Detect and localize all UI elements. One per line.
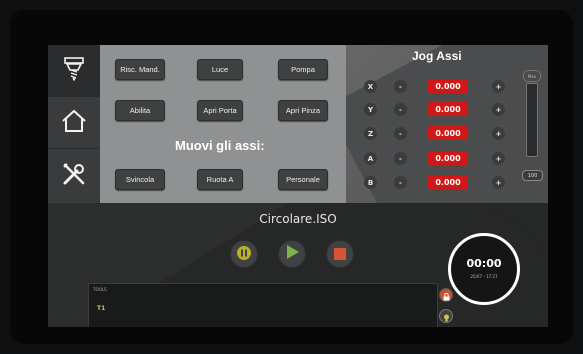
move-axes-title: Muovi gli assi: (175, 138, 265, 153)
timer-value: 00:00 (466, 257, 502, 270)
program-filename: Circolare.ISO (259, 212, 337, 226)
personale-button[interactable]: Personale (278, 169, 328, 190)
stop-button[interactable] (326, 240, 354, 268)
jog-plus-button[interactable]: + (492, 127, 505, 140)
jog-panel: Jog Assi X - 0.000 + Y - 0.000 + Z - 0.0… (346, 45, 548, 203)
axis-label: B (364, 176, 377, 189)
jog-plus-button[interactable]: + (492, 152, 505, 165)
sidebar-item-tools[interactable] (48, 149, 100, 204)
sidebar-item-spindle[interactable] (48, 45, 100, 97)
hmi-screen: Risc. Mand. Luce Pompa Abilita Apri Port… (48, 45, 548, 327)
home-icon (61, 109, 87, 137)
axis-label: X (364, 80, 377, 93)
jog-title: Jog Assi (412, 49, 462, 63)
lock-icon (443, 286, 450, 305)
risc-mand-button[interactable]: Risc. Mand. (115, 59, 165, 80)
spindle-icon (63, 56, 85, 85)
axis-value: 0.000 (428, 175, 468, 189)
jog-minus-button[interactable]: - (394, 127, 407, 140)
speed-slider[interactable] (526, 83, 538, 157)
axis-value: 0.000 (428, 126, 468, 140)
lightbulb-icon (443, 307, 450, 326)
jog-minus-button[interactable]: - (394, 176, 407, 189)
jog-row-b: B - 0.000 + (364, 175, 514, 191)
sidebar-item-home[interactable] (48, 97, 100, 149)
slider-max-label: Max (523, 70, 541, 82)
jog-plus-button[interactable]: + (492, 176, 505, 189)
speed-value[interactable]: 100 (522, 170, 543, 181)
apri-pinza-button[interactable]: Apri Pinza (278, 100, 328, 121)
console-line: T1 (97, 305, 106, 312)
console-header: TOOLS (93, 287, 107, 292)
play-icon (284, 244, 300, 264)
jog-row-a: A - 0.000 + (364, 151, 514, 167)
tools-icon (62, 162, 86, 190)
axis-label: Y (364, 103, 377, 116)
tool-console[interactable]: TOOLS T1 (88, 283, 438, 327)
jog-minus-button[interactable]: - (394, 103, 407, 116)
jog-row-x: X - 0.000 + (364, 79, 514, 95)
jog-plus-button[interactable]: + (492, 103, 505, 116)
axis-value: 0.000 (428, 79, 468, 93)
jog-row-z: Z - 0.000 + (364, 126, 514, 142)
axis-label: Z (364, 127, 377, 140)
pompa-button[interactable]: Pompa (278, 59, 328, 80)
svincola-button[interactable]: Svincola (115, 169, 165, 190)
lock-button[interactable] (439, 288, 453, 302)
axis-label: A (364, 152, 377, 165)
jog-plus-button[interactable]: + (492, 80, 505, 93)
ruota-a-button[interactable]: Ruota A (197, 169, 243, 190)
stop-icon (334, 245, 346, 264)
bulb-button[interactable] (439, 309, 453, 323)
apri-porta-button[interactable]: Apri Porta (197, 100, 243, 121)
abilita-button[interactable]: Abilita (115, 100, 165, 121)
pause-button[interactable] (230, 240, 258, 268)
axis-value: 0.000 (428, 102, 468, 116)
jog-minus-button[interactable]: - (394, 80, 407, 93)
pause-icon (237, 245, 251, 264)
luce-button[interactable]: Luce (197, 59, 243, 80)
jog-minus-button[interactable]: - (394, 152, 407, 165)
control-panel: Risc. Mand. Luce Pompa Abilita Apri Port… (100, 45, 346, 203)
play-button[interactable] (278, 240, 306, 268)
jog-row-y: Y - 0.000 + (364, 102, 514, 118)
axis-value: 0.000 (428, 151, 468, 165)
sidebar (48, 45, 100, 204)
cycle-timer: 00:00 25/07 - 17:27 (448, 233, 520, 305)
timer-date: 25/07 - 17:27 (470, 274, 498, 279)
